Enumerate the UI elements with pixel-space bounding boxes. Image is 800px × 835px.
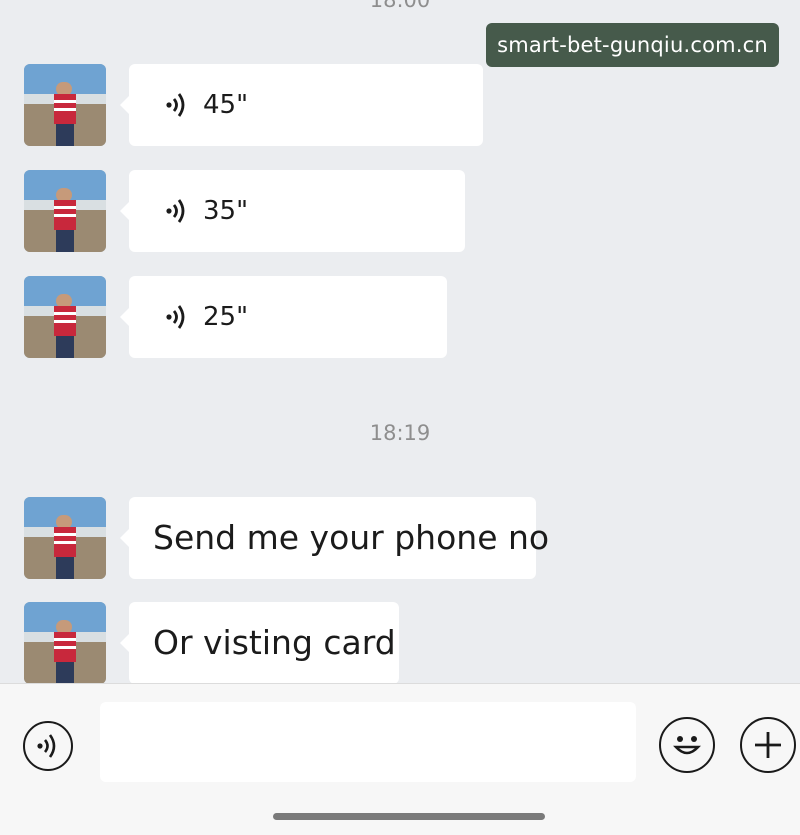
- voice-wave-icon: [166, 305, 185, 329]
- emoji-icon: [673, 736, 701, 755]
- chat-area: 18:00 45" 35" 25" 18:19 Send me your pho…: [0, 0, 800, 683]
- voice-duration: 35": [203, 196, 249, 226]
- avatar[interactable]: [24, 276, 106, 358]
- home-indicator[interactable]: [273, 813, 545, 820]
- voice-wave-icon: [166, 199, 185, 223]
- text-message[interactable]: Send me your phone no: [120, 497, 549, 579]
- input-bar: [0, 683, 800, 835]
- more-button[interactable]: [740, 717, 796, 773]
- voice-icon: [37, 734, 56, 758]
- voice-wave-icon: [166, 93, 185, 117]
- voice-input-button[interactable]: [23, 721, 73, 771]
- voice-message[interactable]: 35": [120, 170, 465, 252]
- emoji-button[interactable]: [659, 717, 715, 773]
- plus-icon: [755, 732, 781, 758]
- timestamp-top: 18:00: [369, 0, 431, 12]
- message-text: Or visting card: [153, 623, 396, 662]
- voice-duration: 45": [203, 90, 249, 120]
- avatar[interactable]: [24, 170, 106, 252]
- avatar[interactable]: [24, 602, 106, 683]
- message-input[interactable]: [100, 702, 636, 782]
- voice-duration: 25": [203, 302, 249, 332]
- voice-message[interactable]: 45": [120, 64, 483, 146]
- avatar[interactable]: [24, 64, 106, 146]
- avatar[interactable]: [24, 497, 106, 579]
- watermark-label: smart-bet-gunqiu.com.cn: [486, 23, 779, 67]
- message-text: Send me your phone no: [153, 518, 550, 557]
- timestamp: 18:19: [369, 421, 431, 445]
- text-message[interactable]: Or visting card: [120, 602, 399, 683]
- voice-message[interactable]: 25": [120, 276, 447, 358]
